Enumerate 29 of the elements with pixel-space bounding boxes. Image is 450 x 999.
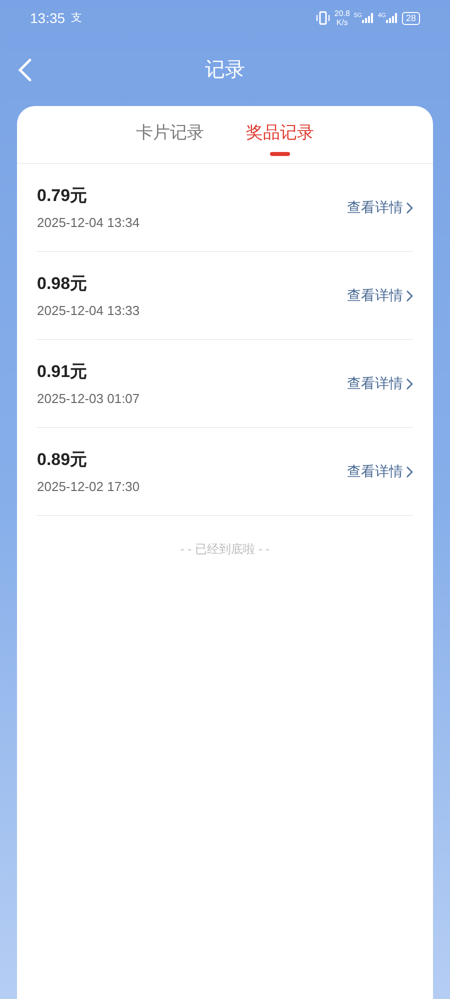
end-of-list-text: - - 已经到底啦 - - (180, 541, 270, 558)
tab[interactable]: 卡片记录 (136, 120, 204, 146)
tab-underline (270, 152, 290, 156)
status-time: 13:35 (30, 8, 66, 28)
notification-glyph: 支 (71, 10, 82, 26)
page-title: 记录 (205, 58, 245, 83)
record-time: 2025-12-04 13:33 (37, 302, 140, 320)
details-link[interactable]: 查看详情 (347, 285, 413, 306)
battery-indicator: 28 (402, 12, 420, 24)
speed-unit: K/s (336, 18, 348, 27)
record-time: 2025-12-04 13:34 (37, 214, 140, 232)
signal-icon (386, 13, 398, 23)
chevron-icon (406, 202, 413, 214)
record-amount: 0.79元 (37, 185, 88, 207)
chevron-icon (406, 378, 413, 390)
record-time: 2025-12-02 17:30 (37, 478, 140, 496)
details-link[interactable]: 查看详情 (347, 373, 413, 394)
chevron-icon (406, 290, 413, 302)
vibrate-icon (316, 11, 330, 25)
record-amount: 0.91元 (37, 361, 88, 383)
network-speed: 20.8 (334, 9, 350, 18)
signal-icon (362, 13, 374, 23)
chevron-icon (406, 466, 413, 478)
details-link[interactable]: 查看详情 (347, 461, 413, 482)
record-time: 2025-12-03 01:07 (37, 390, 140, 408)
details-link[interactable]: 查看详情 (347, 197, 413, 218)
record-amount: 0.98元 (37, 273, 88, 295)
tab[interactable]: 奖品记录 (246, 120, 314, 156)
record-amount: 0.89元 (37, 449, 88, 471)
